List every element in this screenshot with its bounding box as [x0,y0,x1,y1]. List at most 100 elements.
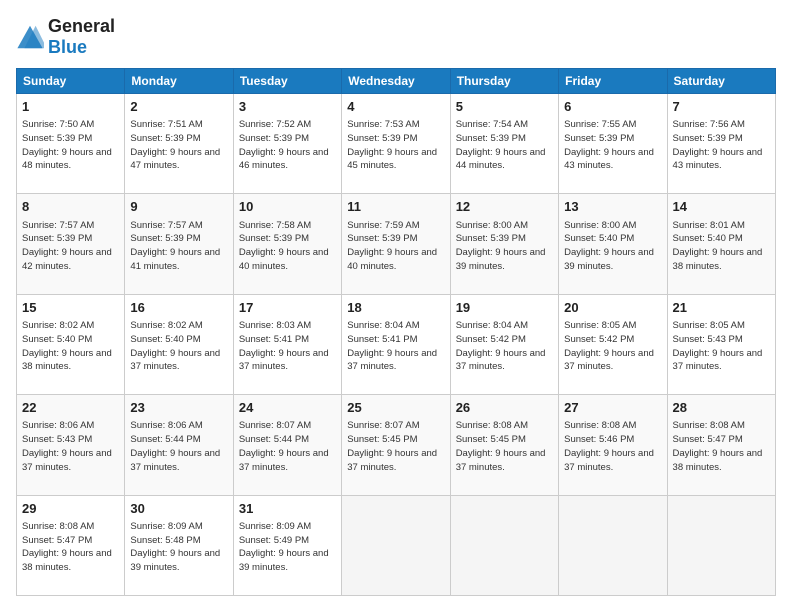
day-number: 28 [673,399,770,417]
calendar-cell: 1 Sunrise: 7:50 AMSunset: 5:39 PMDayligh… [17,94,125,194]
calendar-cell [342,495,450,595]
page: General Blue SundayMondayTuesdayWednesda… [0,0,792,612]
day-info: Sunrise: 8:07 AMSunset: 5:44 PMDaylight:… [239,420,329,472]
day-number: 11 [347,198,444,216]
day-number: 10 [239,198,336,216]
day-number: 13 [564,198,661,216]
day-info: Sunrise: 7:50 AMSunset: 5:39 PMDaylight:… [22,119,112,171]
day-header-saturday: Saturday [667,69,775,94]
calendar-cell: 10 Sunrise: 7:58 AMSunset: 5:39 PMDaylig… [233,194,341,294]
calendar-cell: 7 Sunrise: 7:56 AMSunset: 5:39 PMDayligh… [667,94,775,194]
day-number: 23 [130,399,227,417]
day-info: Sunrise: 7:58 AMSunset: 5:39 PMDaylight:… [239,220,329,272]
day-number: 24 [239,399,336,417]
header: General Blue [16,16,776,58]
day-info: Sunrise: 8:04 AMSunset: 5:41 PMDaylight:… [347,320,437,372]
day-number: 2 [130,98,227,116]
day-info: Sunrise: 7:54 AMSunset: 5:39 PMDaylight:… [456,119,546,171]
calendar-cell: 27 Sunrise: 8:08 AMSunset: 5:46 PMDaylig… [559,395,667,495]
day-header-tuesday: Tuesday [233,69,341,94]
day-number: 27 [564,399,661,417]
day-number: 14 [673,198,770,216]
day-header-sunday: Sunday [17,69,125,94]
day-number: 5 [456,98,553,116]
day-info: Sunrise: 8:02 AMSunset: 5:40 PMDaylight:… [22,320,112,372]
day-info: Sunrise: 8:08 AMSunset: 5:47 PMDaylight:… [22,521,112,573]
day-number: 9 [130,198,227,216]
calendar-cell: 20 Sunrise: 8:05 AMSunset: 5:42 PMDaylig… [559,294,667,394]
day-info: Sunrise: 7:53 AMSunset: 5:39 PMDaylight:… [347,119,437,171]
calendar-cell: 23 Sunrise: 8:06 AMSunset: 5:44 PMDaylig… [125,395,233,495]
day-number: 21 [673,299,770,317]
day-header-friday: Friday [559,69,667,94]
day-number: 3 [239,98,336,116]
day-number: 7 [673,98,770,116]
calendar-cell: 26 Sunrise: 8:08 AMSunset: 5:45 PMDaylig… [450,395,558,495]
calendar-cell: 24 Sunrise: 8:07 AMSunset: 5:44 PMDaylig… [233,395,341,495]
calendar-cell [667,495,775,595]
calendar-cell: 15 Sunrise: 8:02 AMSunset: 5:40 PMDaylig… [17,294,125,394]
day-info: Sunrise: 8:08 AMSunset: 5:45 PMDaylight:… [456,420,546,472]
day-info: Sunrise: 8:01 AMSunset: 5:40 PMDaylight:… [673,220,763,272]
day-info: Sunrise: 8:04 AMSunset: 5:42 PMDaylight:… [456,320,546,372]
day-number: 30 [130,500,227,518]
day-info: Sunrise: 8:07 AMSunset: 5:45 PMDaylight:… [347,420,437,472]
day-number: 22 [22,399,119,417]
day-info: Sunrise: 8:06 AMSunset: 5:43 PMDaylight:… [22,420,112,472]
calendar-cell: 4 Sunrise: 7:53 AMSunset: 5:39 PMDayligh… [342,94,450,194]
calendar-cell: 3 Sunrise: 7:52 AMSunset: 5:39 PMDayligh… [233,94,341,194]
calendar-cell: 8 Sunrise: 7:57 AMSunset: 5:39 PMDayligh… [17,194,125,294]
day-info: Sunrise: 8:08 AMSunset: 5:47 PMDaylight:… [673,420,763,472]
calendar-cell [450,495,558,595]
calendar-cell: 22 Sunrise: 8:06 AMSunset: 5:43 PMDaylig… [17,395,125,495]
day-info: Sunrise: 7:51 AMSunset: 5:39 PMDaylight:… [130,119,220,171]
calendar: SundayMondayTuesdayWednesdayThursdayFrid… [16,68,776,596]
day-header-thursday: Thursday [450,69,558,94]
calendar-cell: 5 Sunrise: 7:54 AMSunset: 5:39 PMDayligh… [450,94,558,194]
day-info: Sunrise: 8:05 AMSunset: 5:43 PMDaylight:… [673,320,763,372]
day-info: Sunrise: 8:05 AMSunset: 5:42 PMDaylight:… [564,320,654,372]
day-number: 1 [22,98,119,116]
day-number: 26 [456,399,553,417]
day-info: Sunrise: 8:06 AMSunset: 5:44 PMDaylight:… [130,420,220,472]
day-info: Sunrise: 8:02 AMSunset: 5:40 PMDaylight:… [130,320,220,372]
calendar-cell: 17 Sunrise: 8:03 AMSunset: 5:41 PMDaylig… [233,294,341,394]
calendar-cell: 30 Sunrise: 8:09 AMSunset: 5:48 PMDaylig… [125,495,233,595]
day-number: 16 [130,299,227,317]
day-info: Sunrise: 8:00 AMSunset: 5:40 PMDaylight:… [564,220,654,272]
calendar-cell: 14 Sunrise: 8:01 AMSunset: 5:40 PMDaylig… [667,194,775,294]
calendar-cell: 25 Sunrise: 8:07 AMSunset: 5:45 PMDaylig… [342,395,450,495]
day-info: Sunrise: 7:56 AMSunset: 5:39 PMDaylight:… [673,119,763,171]
day-info: Sunrise: 8:09 AMSunset: 5:48 PMDaylight:… [130,521,220,573]
calendar-cell: 13 Sunrise: 8:00 AMSunset: 5:40 PMDaylig… [559,194,667,294]
day-info: Sunrise: 7:55 AMSunset: 5:39 PMDaylight:… [564,119,654,171]
day-number: 12 [456,198,553,216]
calendar-cell: 9 Sunrise: 7:57 AMSunset: 5:39 PMDayligh… [125,194,233,294]
day-header-wednesday: Wednesday [342,69,450,94]
day-info: Sunrise: 7:57 AMSunset: 5:39 PMDaylight:… [130,220,220,272]
day-number: 31 [239,500,336,518]
day-number: 15 [22,299,119,317]
day-number: 20 [564,299,661,317]
day-number: 17 [239,299,336,317]
day-header-monday: Monday [125,69,233,94]
calendar-cell: 2 Sunrise: 7:51 AMSunset: 5:39 PMDayligh… [125,94,233,194]
calendar-cell: 31 Sunrise: 8:09 AMSunset: 5:49 PMDaylig… [233,495,341,595]
day-number: 6 [564,98,661,116]
day-number: 8 [22,198,119,216]
day-number: 18 [347,299,444,317]
calendar-cell [559,495,667,595]
logo-text: General Blue [48,16,115,58]
day-number: 25 [347,399,444,417]
day-number: 4 [347,98,444,116]
day-info: Sunrise: 7:59 AMSunset: 5:39 PMDaylight:… [347,220,437,272]
day-info: Sunrise: 7:57 AMSunset: 5:39 PMDaylight:… [22,220,112,272]
calendar-cell: 19 Sunrise: 8:04 AMSunset: 5:42 PMDaylig… [450,294,558,394]
calendar-cell: 11 Sunrise: 7:59 AMSunset: 5:39 PMDaylig… [342,194,450,294]
day-info: Sunrise: 8:08 AMSunset: 5:46 PMDaylight:… [564,420,654,472]
calendar-cell: 6 Sunrise: 7:55 AMSunset: 5:39 PMDayligh… [559,94,667,194]
day-info: Sunrise: 8:03 AMSunset: 5:41 PMDaylight:… [239,320,329,372]
day-info: Sunrise: 7:52 AMSunset: 5:39 PMDaylight:… [239,119,329,171]
calendar-cell: 12 Sunrise: 8:00 AMSunset: 5:39 PMDaylig… [450,194,558,294]
calendar-cell: 18 Sunrise: 8:04 AMSunset: 5:41 PMDaylig… [342,294,450,394]
